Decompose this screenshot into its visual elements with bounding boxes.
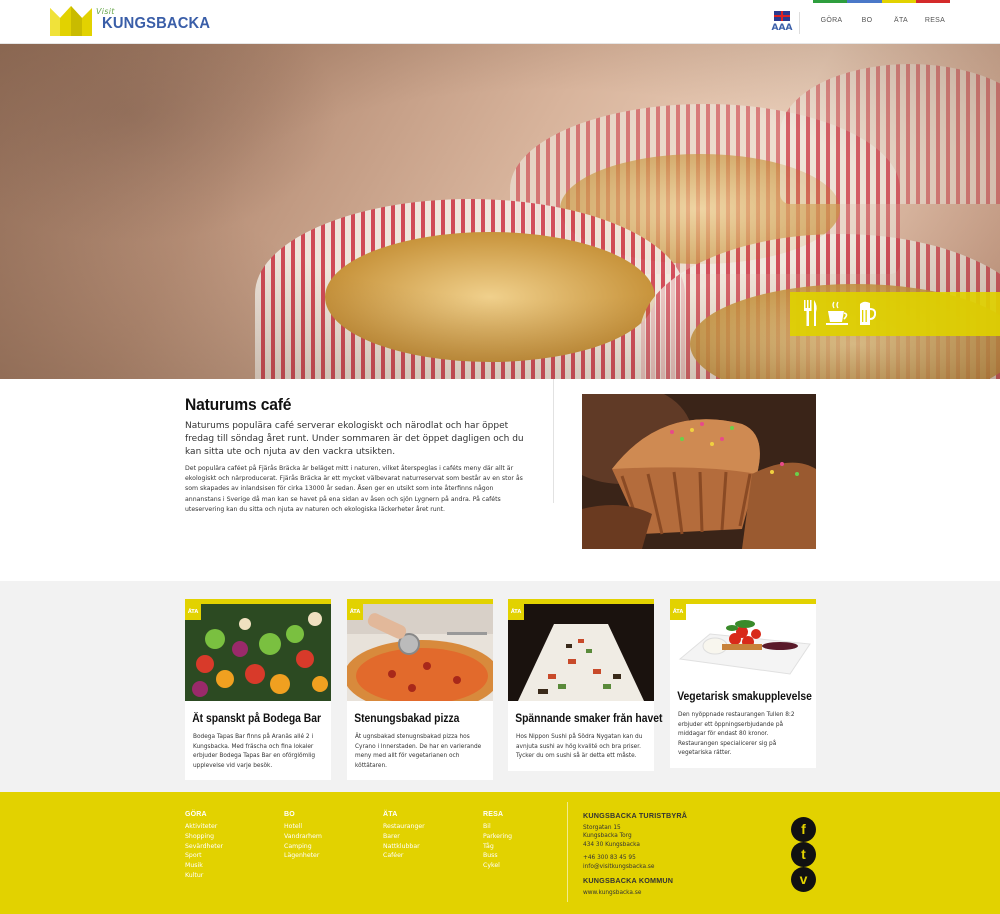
footer-heading: BO (284, 811, 295, 818)
logo-town-text: KUNGSBACKA (102, 15, 211, 32)
color-bar-resa (915, 0, 950, 3)
intro-divider (553, 379, 554, 503)
card-tag: ÄTA (508, 604, 524, 620)
card-vegetarian[interactable]: ÄTA Vegetarisk smakupplevelse Den nyöppn… (670, 599, 816, 768)
pizza-art (347, 604, 493, 701)
visit-kungsbacka-logo[interactable]: Visit KUNGSBACKA (50, 6, 210, 36)
footer-link[interactable]: Parkering (483, 832, 512, 842)
card-image-pizza: ÄTA (347, 604, 493, 701)
nav-gora[interactable]: GÖRA (813, 17, 850, 24)
address-street: Storgatan 15 (583, 825, 621, 831)
card-tag: ÄTA (670, 604, 686, 620)
card-text: Ät ugnsbakad stenugnsbakad pizza hos Cyr… (355, 734, 482, 769)
footer-heading: GÖRA (185, 811, 207, 818)
footer-col-bo: BO Hotell Vandrarhem Camping Lägenheter (284, 811, 322, 861)
footer-link[interactable]: Sport (185, 851, 223, 861)
market-stall-art (185, 604, 331, 701)
footer-link[interactable]: Buss (483, 851, 512, 861)
footer-link[interactable]: Barer (383, 832, 425, 842)
page-title: Naturums café (185, 395, 292, 414)
color-bar-bo (847, 0, 882, 3)
crown-logo-icon (50, 6, 92, 36)
card-title[interactable]: Stenungsbakad pizza (347, 701, 478, 725)
card-image-salad: ÄTA (670, 604, 816, 679)
footer-link[interactable]: Hotell (284, 822, 322, 832)
footer-divider (567, 802, 568, 902)
nav-ata[interactable]: ÄTA (884, 17, 918, 24)
address-postal: 434 30 Kungsbacka (583, 841, 640, 848)
footer-link[interactable]: Kultur (185, 871, 223, 881)
footer-heading: RESA (483, 811, 504, 818)
footer-col-ata: ÄTA Restauranger Barer Nattklubbar Cafée… (383, 811, 425, 861)
card-tag: ÄTA (347, 604, 363, 620)
footer-link[interactable]: Tåg (483, 842, 512, 852)
feature-cards: ÄTA Ät spanskt på Bodega Bar Bodega Tapa… (0, 581, 1000, 792)
footer-heading: ÄTA (383, 811, 398, 818)
category-icon-bar (790, 292, 1000, 336)
municipality-link[interactable]: www.kungsbacka.se (583, 889, 687, 897)
footer-link[interactable]: Cykel (483, 861, 512, 871)
intro-body: Det populära caféet på Fjärås Bräcka är … (185, 465, 523, 513)
footer-link[interactable]: Camping (284, 842, 322, 852)
muffin-photo (582, 394, 816, 549)
nav-color-bar (813, 0, 950, 3)
card-text: Hos Nippon Sushi på Södra Nygatan kan du… (516, 734, 643, 760)
card-bodega-bar[interactable]: ÄTA Ät spanskt på Bodega Bar Bodega Tapa… (185, 599, 331, 781)
color-bar-gora (813, 0, 848, 3)
beer-mug-icon[interactable] (858, 300, 876, 326)
phone-number[interactable]: +46 300 83 45 95 (583, 854, 687, 862)
intro-lead: Naturums populära café serverar ekologis… (185, 421, 524, 457)
tourist-office-heading: KUNGSBACKA TURISTBYRÅ (583, 811, 688, 820)
footer-link[interactable]: Nattklubbar (383, 842, 425, 852)
site-footer: GÖRA Aktiviteter Shopping Sevärdheter Sp… (0, 792, 1000, 914)
site-header: Visit KUNGSBACKA AAA GÖRA BO ÄTA RESA (0, 0, 1000, 44)
email-link[interactable]: info@visitkungsbacka.se (583, 863, 687, 871)
footer-link[interactable]: Shopping (185, 832, 223, 842)
card-image-market: ÄTA (185, 604, 331, 701)
nav-divider (799, 12, 800, 34)
salad-plate-art (670, 604, 816, 679)
footer-link[interactable]: Aktiviteter (185, 822, 223, 832)
vimeo-icon[interactable]: v (791, 867, 816, 892)
footer-link[interactable]: Restauranger (383, 822, 425, 832)
footer-col-gora: GÖRA Aktiviteter Shopping Sevärdheter Sp… (185, 811, 223, 881)
uk-flag-icon[interactable] (774, 11, 790, 21)
nav-bo[interactable]: BO (850, 17, 884, 24)
font-size-toggle[interactable]: AAA (770, 23, 794, 33)
color-bar-ata (881, 0, 916, 3)
sushi-table-art (508, 604, 654, 701)
municipality-heading: KUNGSBACKA KOMMUN (583, 876, 674, 886)
footer-link[interactable]: Sevärdheter (185, 842, 223, 852)
facebook-icon[interactable]: f (791, 817, 816, 842)
twitter-icon[interactable]: t (791, 842, 816, 867)
fork-knife-icon[interactable] (802, 300, 818, 326)
card-text: Den nyöppnade restaurangen Tullen 8:2 er… (678, 712, 795, 757)
card-pizza[interactable]: ÄTA Stenungsbakad pizza Ät ugnsbakad ste… (347, 599, 493, 781)
card-tag: ÄTA (185, 604, 201, 620)
main-nav: GÖRA BO ÄTA RESA (813, 17, 952, 24)
card-title[interactable]: Vegetarisk smakupplevelse (670, 679, 812, 703)
card-image-sushi: ÄTA (508, 604, 654, 701)
address-square: Kungsbacka Torg (583, 833, 632, 840)
footer-col-resa: RESA Bil Parkering Tåg Buss Cykel (483, 811, 512, 871)
footer-contact: KUNGSBACKA TURISTBYRÅ Storgatan 15 Kungs… (583, 811, 687, 897)
footer-link[interactable]: Bil (483, 822, 512, 832)
language-switch[interactable]: AAA (770, 11, 794, 35)
coffee-cup-icon[interactable] (826, 300, 850, 326)
card-title[interactable]: Ät spanskt på Bodega Bar (185, 701, 321, 725)
footer-link[interactable]: Vandrarhem (284, 832, 322, 842)
card-sushi[interactable]: ÄTA Spännande smaker från havet Hos Nipp… (508, 599, 662, 771)
card-title[interactable]: Spännande smaker från havet (508, 701, 662, 725)
footer-link[interactable]: Lägenheter (284, 851, 322, 861)
nav-resa[interactable]: RESA (918, 17, 952, 24)
muffin-photo-art (582, 394, 816, 549)
intro-section: Naturums café Naturums populära café ser… (0, 379, 1000, 581)
footer-link[interactable]: Musik (185, 861, 223, 871)
footer-link[interactable]: Caféer (383, 851, 425, 861)
card-text: Bodega Tapas Bar finns på Aranäs allé 2 … (193, 734, 316, 769)
